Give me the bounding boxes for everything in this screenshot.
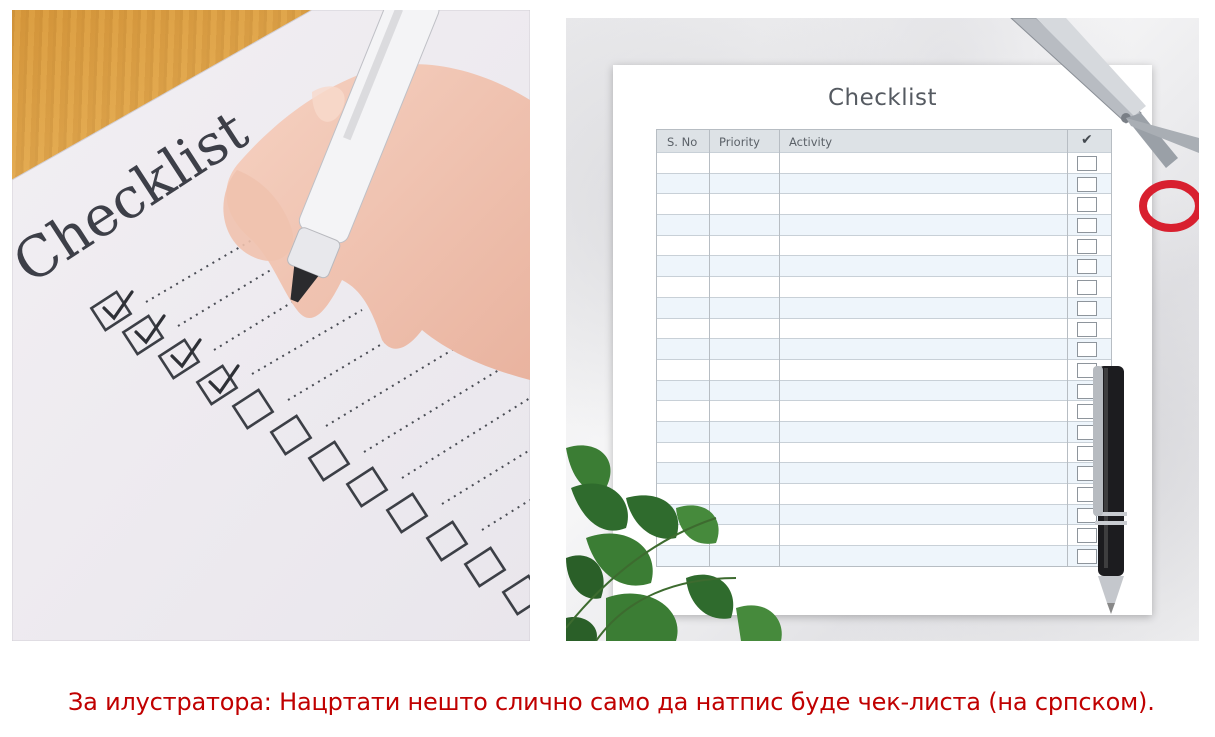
table-row	[657, 441, 1111, 463]
table-row	[657, 420, 1111, 442]
table-row	[657, 317, 1111, 339]
row-checkbox[interactable]	[1077, 218, 1097, 234]
checkmark-icon: ✔	[1081, 132, 1093, 148]
table-row	[657, 338, 1111, 359]
row-checkbox[interactable]	[1077, 197, 1097, 213]
table-row	[657, 379, 1111, 401]
column-header-sno: S. No	[667, 135, 698, 149]
row-checkbox[interactable]	[1077, 528, 1097, 544]
row-checkbox[interactable]	[1077, 445, 1097, 461]
column-divider	[1067, 130, 1068, 566]
table-header: S. No Priority Activity ✔	[657, 130, 1111, 152]
row-checkbox[interactable]	[1077, 300, 1097, 316]
row-checkbox[interactable]	[1077, 487, 1097, 502]
row-checkbox[interactable]	[1077, 342, 1097, 358]
table-row	[657, 462, 1111, 483]
checklist-template-photo: Checklist S. No Priority Activity ✔	[566, 18, 1199, 641]
table-row	[657, 503, 1111, 525]
table-row	[657, 545, 1111, 566]
checklist-sheet: Checklist S. No Priority Activity ✔	[613, 65, 1152, 615]
illustrator-note: За илустратора: Нацртати нешто слично са…	[68, 688, 1155, 716]
row-checkbox[interactable]	[1077, 404, 1097, 420]
column-header-priority: Priority	[719, 135, 760, 149]
table-row	[657, 358, 1111, 380]
row-checkbox[interactable]	[1077, 176, 1097, 192]
table-rows	[657, 152, 1111, 566]
row-checkbox[interactable]	[1077, 424, 1097, 440]
row-checkbox[interactable]	[1077, 383, 1097, 399]
column-divider	[779, 130, 780, 566]
row-checkbox[interactable]	[1077, 259, 1097, 275]
row-checkbox[interactable]	[1077, 549, 1097, 565]
row-checkbox[interactable]	[1077, 362, 1097, 378]
hand-writing-scene: Checklist	[12, 10, 530, 641]
checklist-photo-hand: Checklist	[12, 10, 530, 641]
table-row	[657, 524, 1111, 545]
column-divider	[709, 130, 710, 566]
row-checkbox[interactable]	[1077, 280, 1097, 296]
column-header-activity: Activity	[789, 135, 833, 149]
table-row	[657, 152, 1111, 173]
sheet-title: Checklist	[827, 85, 938, 111]
table-row	[657, 214, 1111, 235]
table-row	[657, 255, 1111, 277]
table-row	[657, 234, 1111, 256]
table-row	[657, 483, 1111, 504]
table-row	[657, 276, 1111, 297]
checklist-table: S. No Priority Activity ✔	[656, 129, 1112, 567]
row-checkbox[interactable]	[1077, 238, 1097, 254]
row-checkbox[interactable]	[1077, 321, 1097, 337]
table-row	[657, 296, 1111, 318]
row-checkbox[interactable]	[1077, 466, 1097, 482]
table-row	[657, 193, 1111, 214]
table-row	[657, 400, 1111, 421]
row-checkbox[interactable]	[1077, 156, 1097, 171]
table-row	[657, 172, 1111, 194]
row-checkbox[interactable]	[1077, 507, 1097, 523]
